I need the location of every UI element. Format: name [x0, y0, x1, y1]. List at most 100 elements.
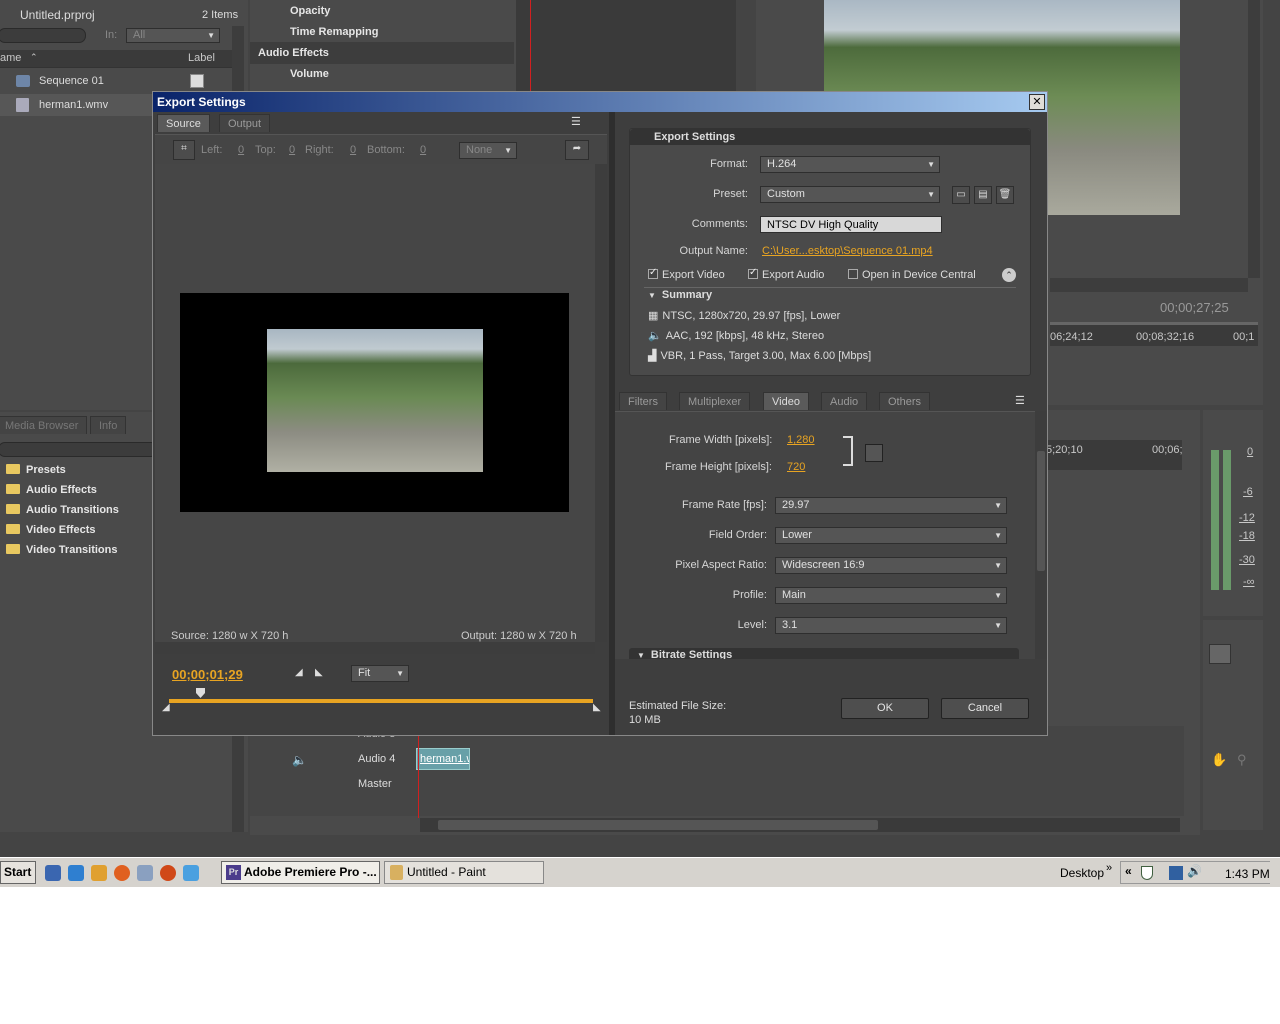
tab-multiplexer[interactable]: Multiplexer	[679, 392, 751, 410]
show-desktop-icon[interactable]	[45, 865, 61, 881]
delete-preset-icon[interactable]: 🗑	[996, 186, 1014, 204]
crop-icon[interactable]: ⌗	[173, 140, 195, 160]
bitrate-section-header[interactable]: ▼ Bitrate Settings	[629, 648, 1019, 659]
save-preset-icon[interactable]: ▭	[952, 186, 970, 204]
audio-clip[interactable]: herman1.w	[416, 748, 470, 770]
format-select[interactable]: H.264	[760, 156, 940, 173]
export-audio-checkbox[interactable]: Export Audio	[748, 267, 824, 281]
ok-button[interactable]: OK	[841, 698, 929, 719]
notepad-icon[interactable]	[137, 865, 153, 881]
set-in-point-icon[interactable]: ◢	[295, 667, 303, 678]
taskbar-button-premiere[interactable]: Pr Adobe Premiere Pro -...	[221, 861, 380, 884]
level-select[interactable]: 3.1	[775, 617, 1007, 634]
panel-menu-icon[interactable]: ☰	[571, 115, 581, 128]
volume-icon[interactable]: 🔊	[1187, 864, 1202, 878]
close-button[interactable]: ✕	[1029, 94, 1045, 110]
crop-top-value[interactable]: 0	[289, 144, 295, 156]
project-search-input[interactable]	[0, 28, 86, 43]
program-horizontal-scrollbar[interactable]	[1050, 278, 1248, 292]
timecode-display[interactable]: 00;00;01;29	[172, 667, 243, 682]
effect-row-volume[interactable]: Volume	[250, 63, 514, 85]
tab-info[interactable]: Info	[90, 416, 127, 434]
timeline-playhead[interactable]	[418, 728, 419, 818]
firefox-icon[interactable]	[114, 865, 130, 881]
clock[interactable]: 1:43 PM	[1225, 867, 1270, 881]
frame-width-value[interactable]: 1,280	[787, 434, 815, 446]
constrain-proportions-toggle[interactable]	[865, 444, 883, 462]
work-area-bar[interactable]	[169, 699, 593, 703]
settings-vertical-scrollbar[interactable]	[1035, 411, 1047, 659]
speaker-icon[interactable]: 🔈	[292, 753, 307, 767]
profile-select[interactable]: Main	[775, 587, 1007, 604]
column-label[interactable]: Label	[188, 52, 215, 64]
summary-toggle[interactable]: ▼ Summary	[648, 289, 712, 301]
project-item[interactable]: Sequence 01	[0, 70, 232, 92]
program-vertical-scrollbar[interactable]	[1248, 0, 1260, 278]
pixel-aspect-select[interactable]: Widescreen 16:9	[775, 557, 1007, 574]
tab-others[interactable]: Others	[879, 392, 931, 410]
folder-audio-transitions[interactable]: Audio Transitions	[0, 500, 119, 522]
media-player-icon[interactable]	[91, 865, 107, 881]
crop-left-value[interactable]: 0	[238, 144, 244, 156]
program-ruler[interactable]: 06;24;12 00;08;32;16 00;1	[1050, 322, 1258, 346]
preview-horizontal-scrollbar[interactable]	[155, 642, 595, 654]
selection-tool-icon[interactable]	[1209, 644, 1231, 664]
field-order-select[interactable]: Lower	[775, 527, 1007, 544]
device-central-checkbox[interactable]: Open in Device Central	[848, 269, 976, 281]
comments-input[interactable]	[760, 216, 942, 233]
tab-video[interactable]: Video	[763, 392, 809, 410]
effects-search-input[interactable]	[0, 442, 158, 457]
crop-bottom-value[interactable]: 0	[420, 144, 426, 156]
network-icon[interactable]	[1169, 866, 1183, 880]
program-timecode[interactable]: 00;00;27;25	[1160, 300, 1229, 315]
out-point-icon[interactable]: ◣	[593, 702, 601, 713]
search-icon[interactable]	[183, 865, 199, 881]
tab-output[interactable]: Output	[219, 114, 271, 132]
frame-rate-select[interactable]: 29.97	[775, 497, 1007, 514]
tab-media-browser[interactable]: Media Browser	[0, 416, 88, 434]
tab-filters[interactable]: Filters	[619, 392, 667, 410]
in-point-icon[interactable]: ◢	[162, 702, 170, 713]
hand-tool-icon[interactable]: ✋	[1211, 752, 1227, 768]
tabs-menu-icon[interactable]: ☰	[1015, 394, 1025, 407]
frame-height-value[interactable]: 720	[787, 461, 805, 473]
scroll-thumb[interactable]	[1037, 451, 1045, 571]
timeline-ruler[interactable]: 5;20;10 00;06;	[1046, 440, 1183, 470]
collapse-up-icon[interactable]: ⌃	[1002, 268, 1016, 282]
column-name[interactable]: ame	[0, 52, 21, 64]
set-out-point-icon[interactable]: ◣	[315, 667, 323, 678]
export-video-checkbox[interactable]: Export Video	[648, 267, 725, 281]
desktop-toolbar-label[interactable]: Desktop	[1060, 866, 1104, 880]
folder-video-transitions[interactable]: Video Transitions	[0, 540, 118, 562]
preset-select[interactable]: Custom	[760, 186, 940, 203]
in-filter-select[interactable]: All	[126, 28, 220, 43]
scroll-thumb[interactable]	[438, 820, 878, 830]
output-name-link[interactable]: C:\User...esktop\Sequence 01.mp4	[762, 245, 933, 257]
folder-presets[interactable]: Presets	[0, 460, 66, 482]
tab-source[interactable]: Source	[157, 114, 210, 132]
tab-audio[interactable]: Audio	[821, 392, 868, 410]
effect-row-opacity[interactable]: Opacity	[250, 0, 514, 22]
zoom-select[interactable]: Fit	[351, 665, 409, 682]
playhead-marker[interactable]	[196, 688, 205, 698]
taskbar-button-paint[interactable]: Untitled - Paint	[384, 861, 544, 884]
ie-icon[interactable]	[68, 865, 84, 881]
cancel-button[interactable]: Cancel	[941, 698, 1029, 719]
shield-icon[interactable]	[1141, 866, 1153, 880]
crop-right-value[interactable]: 0	[350, 144, 356, 156]
firefox-icon[interactable]	[160, 865, 176, 881]
zoom-tool-icon[interactable]: ⚲	[1237, 752, 1247, 768]
effect-row-audio-effects[interactable]: Audio Effects	[250, 42, 514, 64]
import-preset-icon[interactable]: ▤	[974, 186, 992, 204]
preview-vertical-scrollbar[interactable]	[595, 164, 607, 642]
chevron-left-icon[interactable]: «	[1125, 864, 1132, 878]
dialog-titlebar[interactable]: Export Settings ✕	[153, 92, 1047, 112]
chevron-right-icon[interactable]: »	[1106, 862, 1112, 874]
folder-video-effects[interactable]: Video Effects	[0, 520, 96, 542]
timeline-horizontal-scrollbar[interactable]	[420, 818, 1180, 832]
output-swap-icon[interactable]: ➦	[565, 140, 589, 160]
start-button[interactable]: Start	[0, 861, 36, 884]
crop-ratio-select[interactable]: None	[459, 142, 517, 159]
effect-row-time-remapping[interactable]: Time Remapping	[250, 21, 514, 43]
folder-audio-effects[interactable]: Audio Effects	[0, 480, 97, 502]
